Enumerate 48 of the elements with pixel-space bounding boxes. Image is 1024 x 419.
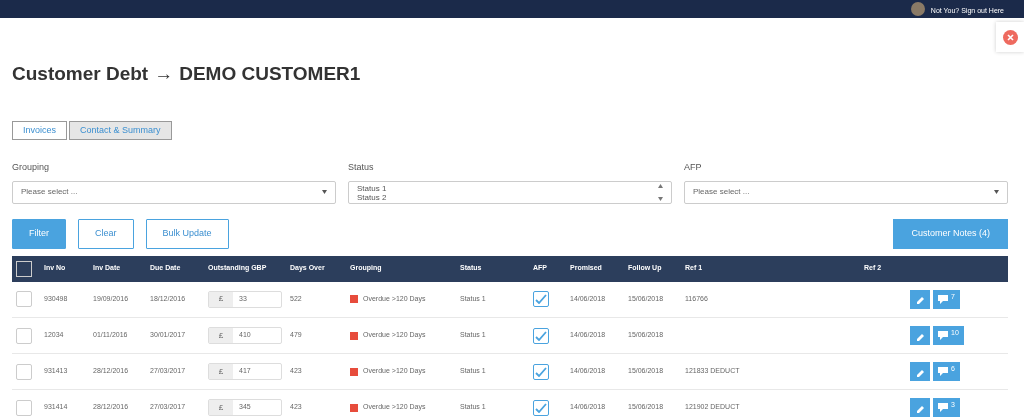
check-icon	[535, 330, 547, 341]
afp-checkbox[interactable]	[533, 363, 549, 380]
close-button[interactable]	[1002, 29, 1018, 45]
currency-symbol: £	[209, 291, 233, 307]
select-all-checkbox[interactable]	[16, 260, 32, 277]
afp-checkbox[interactable]	[533, 327, 549, 344]
avatar	[910, 2, 925, 16]
page-title: Customer Debt	[12, 62, 149, 86]
speech-bubble-icon	[938, 294, 948, 304]
customer-name: DEMO CUSTOMER1	[179, 62, 361, 86]
list-option[interactable]: Status 2	[357, 192, 387, 202]
row-checkbox[interactable]	[16, 399, 32, 416]
edit-button[interactable]	[910, 398, 930, 417]
tab[interactable]: Invoices	[12, 120, 68, 140]
check-icon	[535, 402, 547, 413]
speech-bubble-icon	[938, 403, 948, 412]
row-checkbox[interactable]	[16, 363, 32, 380]
edit-button[interactable]	[910, 362, 930, 381]
edit-button[interactable]	[910, 289, 930, 309]
edit-button[interactable]	[910, 326, 930, 345]
filter-label: Status	[348, 161, 375, 174]
check-icon	[535, 366, 547, 377]
currency-symbol: £	[209, 400, 233, 415]
row-checkbox[interactable]	[16, 327, 32, 344]
status-listbox[interactable]: Status 1 Status 2	[348, 180, 672, 204]
action-button[interactable]: Bulk Update	[145, 218, 229, 249]
scroll-arrows-icon[interactable]	[658, 183, 663, 201]
placeholder-text: Please select ...	[21, 186, 78, 198]
row-checkbox[interactable]	[16, 291, 32, 308]
caret-icon	[322, 190, 327, 194]
list-option[interactable]: Status 1	[357, 183, 387, 193]
currency-symbol: £	[209, 328, 233, 343]
currency-symbol: £	[209, 364, 233, 379]
action-button[interactable]: Clear	[78, 218, 134, 249]
speech-bubble-icon	[938, 367, 948, 376]
filter-label: AFP	[684, 161, 703, 174]
arrow-icon: →	[154, 60, 174, 89]
speech-bubble-icon	[938, 331, 948, 340]
afp-checkbox[interactable]	[533, 291, 549, 308]
select-field[interactable]: Please select ...	[12, 180, 336, 204]
placeholder-text: Please select ...	[693, 186, 750, 198]
caret-icon	[994, 190, 999, 194]
close-icon	[1006, 33, 1014, 41]
select-field[interactable]: Please select ...	[684, 180, 1008, 204]
pencil-icon	[915, 294, 925, 305]
check-icon	[535, 294, 547, 305]
filter-label: Grouping	[12, 161, 51, 174]
afp-checkbox[interactable]	[533, 399, 549, 416]
